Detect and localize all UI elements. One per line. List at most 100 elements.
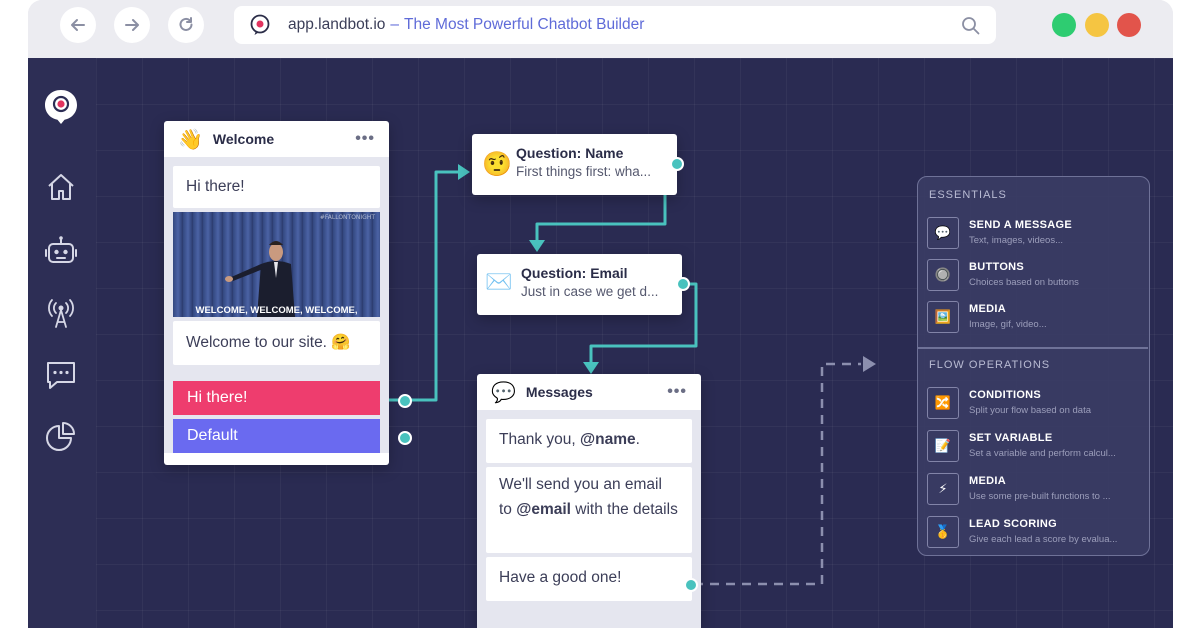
email-suffix: with the details bbox=[570, 500, 678, 518]
greeting-bubble[interactable]: Hi there! bbox=[173, 166, 380, 208]
blocks-panel: ESSENTIALS 💬 SEND A MESSAGE Text, images… bbox=[917, 176, 1150, 556]
messages-card-menu-button[interactable]: ••• bbox=[667, 383, 687, 401]
sidebar-item-analytics[interactable] bbox=[44, 420, 78, 454]
block-subtitle: Give each lead a score by evalua... bbox=[969, 534, 1118, 545]
host-figure-image bbox=[225, 241, 295, 317]
block-lead-scoring[interactable]: 🥇 LEAD SCORING Give each lead a score by… bbox=[927, 516, 1147, 552]
gif-watermark: #FALLONTONIGHT bbox=[319, 214, 375, 221]
panel-divider bbox=[918, 347, 1148, 349]
shuffle-block-icon: 🔀 bbox=[927, 387, 959, 419]
arrow-head-email bbox=[529, 240, 545, 252]
block-conditions[interactable]: 🔀 CONDITIONS Split your flow based on da… bbox=[927, 387, 1147, 423]
browser-window: app.landbot.io – The Most Powerful Chatb… bbox=[28, 0, 1173, 628]
thanks-bubble[interactable]: Thank you, @name. bbox=[486, 419, 692, 463]
waving-hand-icon: 👋 bbox=[178, 128, 203, 151]
block-subtitle: Choices based on buttons bbox=[969, 277, 1079, 288]
home-icon bbox=[48, 174, 74, 200]
sidebar-item-broadcast[interactable] bbox=[44, 296, 78, 330]
welcome-gif: #FALLONTONIGHT WELCOME, WELCOME, WELCOME… bbox=[173, 212, 380, 317]
arrow-right-icon bbox=[125, 19, 139, 31]
hi-there-output-handle[interactable] bbox=[398, 394, 412, 408]
sidebar-item-home[interactable] bbox=[44, 170, 78, 204]
window-maximize-button[interactable] bbox=[1052, 13, 1076, 37]
name-variable: @name bbox=[580, 431, 636, 448]
block-subtitle: Set a variable and perform calcul... bbox=[969, 448, 1116, 459]
welcome-card[interactable]: 👋 Welcome ••• Hi there! #FALLONTONIGHT W… bbox=[164, 121, 389, 465]
search-icon[interactable] bbox=[961, 16, 980, 35]
broadcast-icon bbox=[48, 299, 74, 328]
question-email-output-handle[interactable] bbox=[676, 277, 690, 291]
welcome-card-title: Welcome bbox=[212, 131, 275, 147]
window-minimize-button[interactable] bbox=[1085, 13, 1109, 37]
block-title: SEND A MESSAGE bbox=[969, 219, 1073, 231]
lightning-block-icon: ⚡ bbox=[927, 473, 959, 505]
block-subtitle: Text, images, videos... bbox=[969, 235, 1063, 246]
arrow-head-panel bbox=[863, 356, 876, 372]
note-block-icon: 📝 bbox=[927, 430, 959, 462]
block-subtitle: Image, gif, video... bbox=[969, 319, 1047, 330]
flow-canvas[interactable]: 👋 Welcome ••• Hi there! #FALLONTONIGHT W… bbox=[96, 58, 1173, 628]
thanks-text: Thank you, bbox=[499, 431, 580, 448]
messages-card[interactable]: 💬 Messages ••• Thank you, @name. We'll s… bbox=[477, 374, 701, 628]
reload-icon bbox=[179, 17, 193, 31]
address-bar[interactable]: app.landbot.io – The Most Powerful Chatb… bbox=[234, 6, 996, 44]
forward-button[interactable] bbox=[114, 7, 150, 43]
block-functions-media[interactable]: ⚡ MEDIA Use some pre-built functions to … bbox=[927, 473, 1147, 509]
connector-hi-to-name bbox=[384, 170, 460, 402]
messages-output-handle[interactable] bbox=[684, 578, 698, 592]
question-email-card[interactable]: ✉️ Question: Email Just in case we get d… bbox=[477, 254, 682, 315]
window-close-button[interactable] bbox=[1117, 13, 1141, 37]
question-name-subtitle: First things first: wha... bbox=[516, 164, 652, 179]
block-subtitle: Use some pre-built functions to ... bbox=[969, 491, 1111, 502]
default-output-handle[interactable] bbox=[398, 431, 412, 445]
sidebar bbox=[28, 58, 96, 628]
block-send-message[interactable]: 💬 SEND A MESSAGE Text, images, videos... bbox=[927, 217, 1147, 253]
arrow-left-icon bbox=[71, 19, 85, 31]
block-title: MEDIA bbox=[969, 303, 1006, 315]
image-block-icon: 🖼️ bbox=[927, 301, 959, 333]
arrow-head-name bbox=[458, 164, 470, 180]
sidebar-item-bots[interactable] bbox=[44, 234, 78, 268]
block-set-variable[interactable]: 📝 SET VARIABLE Set a variable and perfor… bbox=[927, 430, 1147, 466]
block-title: LEAD SCORING bbox=[969, 518, 1057, 530]
messages-card-body: Thank you, @name. We'll send you an emai… bbox=[477, 410, 701, 628]
messages-card-header[interactable]: 💬 Messages ••• bbox=[477, 374, 701, 410]
email-variable: @email bbox=[516, 500, 571, 518]
sidebar-item-messages[interactable] bbox=[44, 358, 78, 392]
good-one-bubble[interactable]: Have a good one! bbox=[486, 557, 692, 601]
question-name-output-handle[interactable] bbox=[670, 157, 684, 171]
welcome-card-header[interactable]: 👋 Welcome ••• bbox=[164, 121, 389, 157]
url-page-title: The Most Powerful Chatbot Builder bbox=[404, 16, 645, 33]
block-title: BUTTONS bbox=[969, 261, 1025, 273]
welcome-card-menu-button[interactable]: ••• bbox=[355, 130, 375, 148]
arrow-head-messages bbox=[583, 362, 599, 374]
url-separator: – bbox=[390, 16, 400, 33]
option-button-hi-there[interactable]: Hi there! bbox=[173, 381, 380, 415]
gif-caption: WELCOME, WELCOME, WELCOME, bbox=[195, 305, 358, 316]
question-name-title: Question: Name bbox=[516, 145, 624, 161]
block-title: SET VARIABLE bbox=[969, 432, 1053, 444]
browser-chrome: app.landbot.io – The Most Powerful Chatb… bbox=[28, 0, 1173, 58]
block-buttons[interactable]: 🔘 BUTTONS Choices based on buttons bbox=[927, 259, 1147, 295]
welcome-card-body: Hi there! #FALLONTONIGHT WELCOME, WELCOM… bbox=[164, 157, 389, 453]
pie-chart-icon bbox=[46, 422, 75, 451]
message-block-icon: 💬 bbox=[927, 217, 959, 249]
block-subtitle: Split your flow based on data bbox=[969, 405, 1091, 416]
block-media[interactable]: 🖼️ MEDIA Image, gif, video... bbox=[927, 301, 1147, 337]
block-title: CONDITIONS bbox=[969, 389, 1042, 401]
thanks-suffix: . bbox=[635, 431, 640, 448]
back-button[interactable] bbox=[60, 7, 96, 43]
reload-button[interactable] bbox=[168, 7, 204, 43]
sidebar-item-logo[interactable] bbox=[42, 88, 80, 126]
option-button-default[interactable]: Default bbox=[173, 419, 380, 453]
question-name-card[interactable]: 🤨 Question: Name First things first: wha… bbox=[472, 134, 677, 195]
welcome-message-bubble[interactable]: Welcome to our site. 🤗 bbox=[173, 321, 380, 365]
email-bubble[interactable]: We'll send you an email to @email with t… bbox=[486, 467, 692, 553]
url-host: app.landbot.io bbox=[288, 16, 386, 33]
medal-block-icon: 🥇 bbox=[927, 516, 959, 548]
essentials-section-title: ESSENTIALS bbox=[929, 189, 1007, 201]
builder-app: 👋 Welcome ••• Hi there! #FALLONTONIGHT W… bbox=[28, 58, 1173, 628]
speech-bubble-icon: 💬 bbox=[491, 381, 516, 404]
thinking-face-icon: 🤨 bbox=[482, 150, 512, 178]
